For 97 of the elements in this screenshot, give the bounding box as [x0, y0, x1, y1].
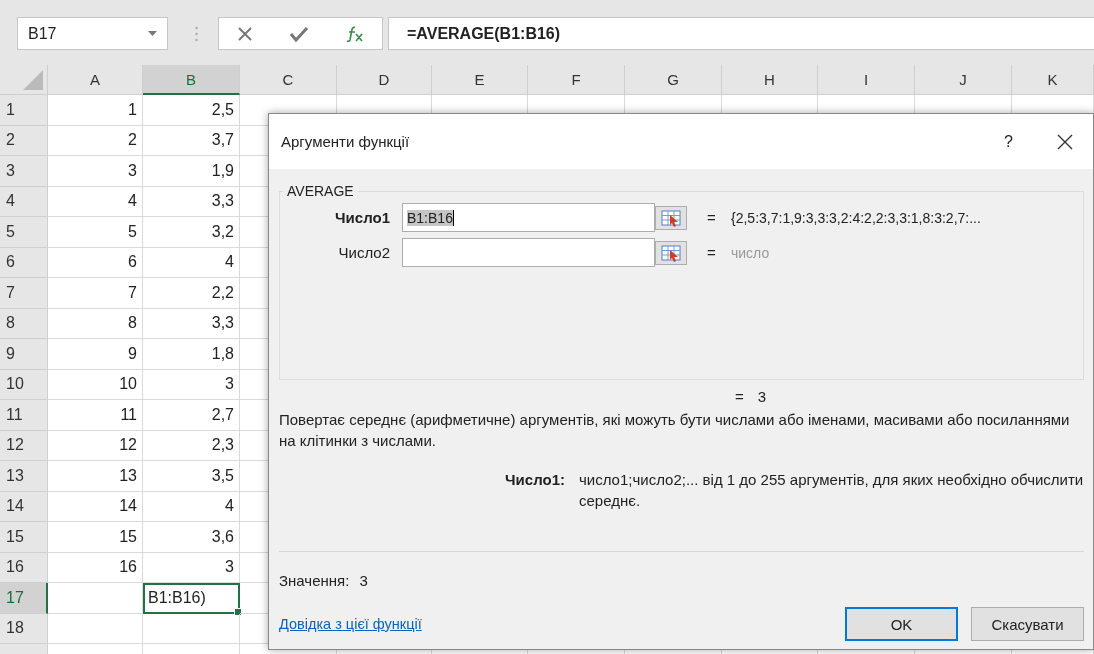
table-cell: 12 [119, 436, 137, 455]
table-cell: 3 [128, 161, 137, 180]
table-cell: 14 [119, 497, 137, 516]
table-cell: 4 [225, 253, 234, 272]
table-cell: 9 [128, 344, 137, 363]
triangle-icon [23, 70, 43, 90]
row-header[interactable]: 10 [0, 369, 48, 400]
argument-field[interactable]: B1:B16 [402, 203, 655, 232]
row-header[interactable]: 17 [0, 583, 48, 614]
table-cell: 3 [225, 375, 234, 394]
active-cell[interactable]: B1:B16) [143, 583, 240, 614]
grip-icon [195, 26, 198, 42]
row-header[interactable]: 7 [0, 278, 48, 309]
argument-result: {2,5:3,7:1,9:3,3:3,2:4:2,2:3,3:1,8:3:2,7:... [731, 209, 981, 226]
row-header[interactable]: 13 [0, 461, 48, 492]
table-cell: 4 [128, 192, 137, 211]
table-cell: 2 [128, 131, 137, 150]
row-header[interactable]: 5 [0, 217, 48, 248]
value-label: Значення: [279, 572, 350, 589]
ok-button[interactable]: OK [845, 607, 958, 641]
equals-sign: = [707, 209, 717, 226]
row-header[interactable]: 6 [0, 247, 48, 278]
row-header[interactable]: 12 [0, 430, 48, 461]
argument-help-label: Число1: [504, 470, 566, 490]
formula-result: 3 [757, 388, 767, 405]
table-cell: 6 [128, 253, 137, 272]
table-cell: 2,5 [211, 100, 234, 119]
dialog-title: Аргументи функції [281, 133, 411, 150]
equals-sign: = [707, 244, 717, 261]
argument-label: Число2 [337, 244, 391, 261]
help-button[interactable]: ? [1004, 132, 1013, 151]
row-header[interactable]: 15 [0, 522, 48, 553]
column-header[interactable]: E [432, 65, 528, 95]
table-cell: 7 [128, 283, 137, 302]
column-header[interactable]: C [240, 65, 337, 95]
caret-icon [148, 31, 157, 36]
table-cell: 11 [120, 405, 137, 424]
argument-help-text: число1;число2;... від 1 до 255 аргументів, для яких необхідно обчислити середнє. [579, 470, 1084, 511]
table-cell: 3,3 [211, 192, 234, 211]
table-cell: 2,3 [211, 436, 234, 455]
row-header[interactable]: 8 [0, 308, 48, 339]
table-cell: 3,5 [211, 466, 234, 485]
table-cell: 10 [119, 375, 137, 394]
row-header[interactable]: 9 [0, 339, 48, 370]
table-cell: 1,9 [211, 161, 234, 180]
column-header[interactable]: G [625, 65, 722, 95]
table-cell: 5 [128, 222, 137, 241]
empty-cell[interactable] [143, 613, 240, 644]
table-cell: 16 [119, 558, 137, 577]
row-header[interactable]: 1 [0, 95, 48, 126]
table-cell: 3,3 [211, 314, 234, 333]
row-header[interactable]: 16 [0, 552, 48, 583]
column-header[interactable]: D [337, 65, 432, 95]
formula-field[interactable]: =AVERAGE(B1:B16) [388, 17, 1094, 50]
cancel-icon[interactable] [237, 25, 254, 42]
row-header[interactable]: 18 [0, 613, 48, 644]
cancel-button[interactable]: Скасувати [971, 607, 1084, 641]
column-header[interactable]: I [818, 65, 915, 95]
argument-result: число [731, 244, 770, 261]
column-header[interactable]: B [143, 65, 240, 95]
table-cell: 1,8 [211, 344, 234, 363]
collapse-dialog-icon[interactable] [655, 205, 687, 230]
table-cell: 2,2 [211, 283, 234, 302]
table-cell: 8 [128, 314, 137, 333]
function-name: AVERAGE [286, 183, 355, 199]
argument-field[interactable] [402, 238, 655, 267]
help-link[interactable]: Довідка з цієї функції [279, 616, 422, 632]
argument-label: Число1 [334, 209, 391, 226]
fill-handle[interactable] [234, 607, 242, 616]
column-header[interactable]: H [722, 65, 818, 95]
column-header[interactable]: F [528, 65, 625, 95]
table-cell: 3,6 [211, 527, 234, 546]
collapse-dialog-icon[interactable] [655, 240, 687, 265]
column-header[interactable]: K [1012, 65, 1094, 95]
value-result: 3 [359, 572, 368, 589]
table-cell: 13 [119, 466, 137, 485]
row-header[interactable]: 4 [0, 186, 48, 217]
row-header[interactable]: 3 [0, 156, 48, 187]
check-icon[interactable] [289, 25, 310, 42]
table-cell: B1:B16) [148, 589, 206, 608]
column-header[interactable]: A [48, 65, 143, 95]
table-cell: 3,7 [211, 131, 234, 150]
column-header[interactable]: J [915, 65, 1012, 95]
function-description: Повертає середнє (арифметичне) аргументів, які можуть бути числами або іменами, масивами або посиланнями на клітинки з числами. [279, 410, 1071, 451]
name-box[interactable]: B17 [17, 17, 168, 50]
table-cell: 4 [225, 497, 234, 516]
close-icon[interactable] [1057, 133, 1073, 150]
row-header[interactable]: 11 [0, 400, 48, 431]
equals-sign: = [735, 388, 744, 405]
row-header[interactable]: 2 [0, 125, 48, 156]
table-cell: 1 [128, 100, 137, 119]
table-cell: 3 [225, 558, 234, 577]
table-cell: 2,7 [211, 405, 234, 424]
row-header[interactable]: 14 [0, 491, 48, 522]
table-cell: 15 [119, 527, 137, 546]
table-cell: 3,2 [211, 222, 234, 241]
function-icon[interactable] [345, 25, 364, 42]
